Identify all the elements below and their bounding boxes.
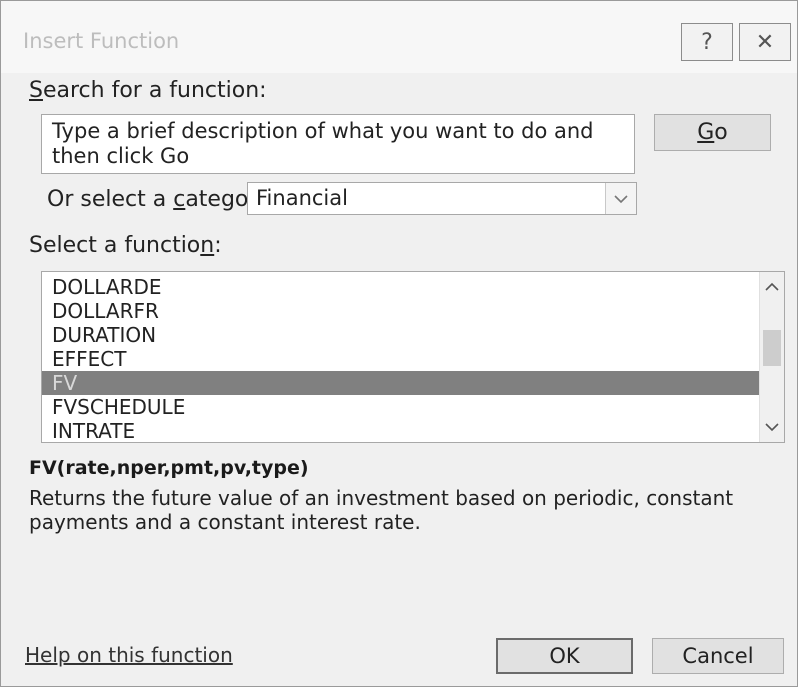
help-icon: ?	[701, 29, 713, 55]
help-on-function-link[interactable]: Help on this function	[25, 643, 233, 667]
chevron-down-icon[interactable]	[605, 183, 636, 214]
scroll-thumb[interactable]	[763, 330, 781, 366]
listbox-scrollbar[interactable]	[759, 272, 784, 442]
function-list-items: DOLLARDE DOLLARFR DURATION EFFECT FV FVSCHEDU…	[42, 275, 760, 442]
help-button[interactable]: ?	[681, 23, 733, 61]
function-description: Returns the future value of an investmen…	[29, 486, 734, 534]
search-input[interactable]: Type a brief description of what you wan…	[41, 114, 635, 174]
list-item[interactable]: INTRATE	[42, 419, 760, 442]
list-item[interactable]: EFFECT	[42, 347, 760, 371]
list-item[interactable]: FV	[42, 371, 760, 395]
close-icon: ✕	[755, 29, 775, 55]
function-list-label: Select a function:	[29, 233, 222, 258]
ok-button[interactable]: OK	[496, 638, 633, 674]
title-bar: Insert Function ? ✕	[1, 1, 797, 73]
insert-function-dialog: Insert Function ? ✕ Search for a functio…	[0, 0, 798, 687]
list-item[interactable]: FVSCHEDULE	[42, 395, 760, 419]
list-item[interactable]: DOLLARDE	[42, 275, 760, 299]
category-select[interactable]: Financial	[247, 182, 637, 215]
list-item[interactable]: DOLLARFR	[42, 299, 760, 323]
close-button[interactable]: ✕	[739, 23, 791, 61]
cancel-button[interactable]: Cancel	[652, 638, 784, 674]
scroll-down-icon[interactable]	[760, 416, 784, 438]
function-listbox[interactable]: DOLLARDE DOLLARFR DURATION EFFECT FV FVSCHEDU…	[41, 271, 785, 443]
list-item[interactable]: DURATION	[42, 323, 760, 347]
go-button[interactable]: Go	[654, 114, 771, 151]
scroll-up-icon[interactable]	[760, 276, 784, 298]
dialog-title: Insert Function	[23, 29, 180, 53]
function-signature: FV(rate,nper,pmt,pv,type)	[29, 457, 309, 479]
category-label: Or select a category:	[47, 187, 277, 212]
category-value: Financial	[256, 186, 348, 210]
search-label: Search for a function:	[29, 78, 267, 103]
